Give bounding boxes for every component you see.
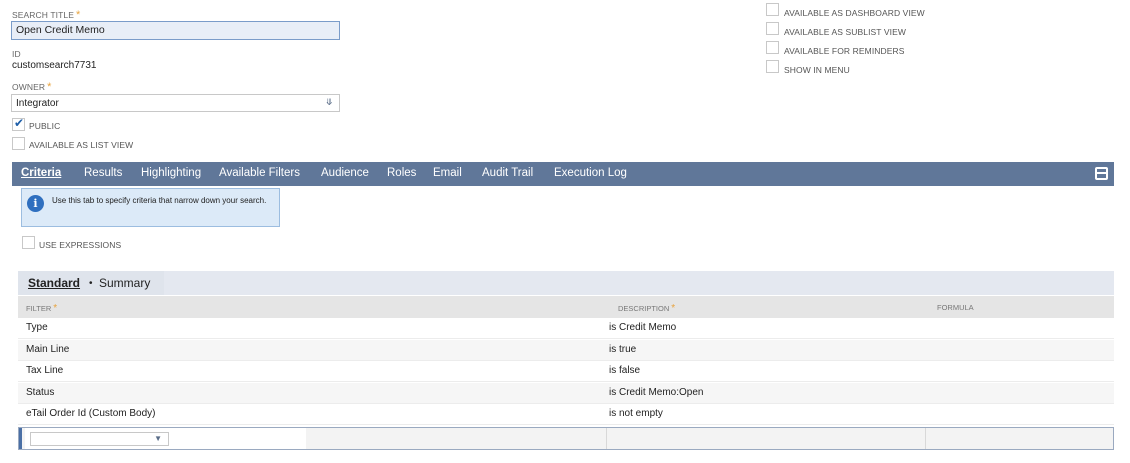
reminders-label: AVAILABLE FOR REMINDERS: [784, 46, 905, 56]
search-title-input[interactable]: Open Credit Memo: [11, 21, 340, 40]
sublist-view-label: AVAILABLE AS SUBLIST VIEW: [784, 27, 907, 37]
description-cell: is false: [609, 365, 641, 376]
criteria-subtabs: Standard • Summary: [18, 271, 1114, 295]
owner-select[interactable]: Integrator ⤋: [11, 94, 340, 112]
public-label: PUBLIC: [29, 121, 61, 131]
tab-criteria[interactable]: Criteria: [21, 167, 61, 179]
tab-roles[interactable]: Roles: [387, 167, 416, 179]
criteria-grid-header: FILTER * DESCRIPTION * FORMULA: [18, 296, 1114, 318]
show-in-menu-label: SHOW IN MENU: [784, 65, 850, 75]
filter-cell: Status: [26, 387, 55, 398]
tab-audience[interactable]: Audience: [321, 167, 369, 179]
column-divider: [925, 428, 926, 449]
owner-value: Integrator: [16, 98, 59, 109]
table-row[interactable]: eTail Order Id (Custom Body) is not empt…: [18, 404, 1114, 425]
required-mark: *: [47, 81, 52, 93]
description-cell: is Credit Memo:Open: [609, 387, 704, 398]
search-title-label: SEARCH TITLE *: [12, 9, 81, 21]
table-row[interactable]: Main Line is true: [18, 340, 1114, 361]
table-row[interactable]: Type is Credit Memo: [18, 318, 1114, 339]
sublist-view-checkbox[interactable]: [766, 22, 779, 35]
description-cell: is true: [609, 344, 637, 355]
tab-email[interactable]: Email: [433, 167, 462, 179]
filter-cell: Type: [26, 322, 48, 333]
column-divider: [606, 428, 607, 449]
new-criteria-row[interactable]: ▼: [18, 427, 1114, 450]
subtab-summary[interactable]: Summary: [99, 276, 150, 290]
tab-highlighting[interactable]: Highlighting: [141, 167, 201, 179]
table-row[interactable]: Status is Credit Memo:Open: [18, 383, 1114, 404]
table-row[interactable]: Tax Line is false: [18, 361, 1114, 382]
show-in-menu-checkbox[interactable]: [766, 60, 779, 73]
description-cell: is not empty: [609, 408, 663, 419]
use-expressions-checkbox[interactable]: [22, 236, 35, 249]
filter-select[interactable]: ▼: [30, 432, 169, 446]
required-mark: *: [75, 9, 81, 21]
description-column-header: DESCRIPTION *: [618, 303, 676, 314]
double-chevron-down-icon: ⤋: [325, 97, 333, 107]
dashboard-view-checkbox[interactable]: [766, 3, 779, 16]
filter-cell: eTail Order Id (Custom Body): [26, 408, 156, 419]
subtab-standard[interactable]: Standard: [28, 276, 80, 290]
help-info-box: i Use this tab to specify criteria that …: [21, 188, 280, 227]
menu-icon[interactable]: [1095, 167, 1108, 180]
dashboard-view-label: AVAILABLE AS DASHBOARD VIEW: [784, 8, 925, 18]
caret-down-icon: ▼: [154, 434, 162, 443]
list-view-checkbox[interactable]: [12, 137, 25, 150]
list-view-label: AVAILABLE AS LIST VIEW: [29, 140, 134, 150]
owner-label: OWNER *: [12, 81, 52, 93]
use-expressions-label: USE EXPRESSIONS: [39, 240, 122, 250]
tab-audit-trail[interactable]: Audit Trail: [482, 167, 533, 179]
id-label: ID: [12, 49, 21, 59]
info-icon: i: [27, 195, 44, 212]
id-value: customsearch7731: [12, 60, 97, 71]
filter-column-header: FILTER *: [26, 303, 58, 314]
subtab-bullet: •: [89, 278, 93, 289]
description-cell: is Credit Memo: [609, 322, 677, 333]
filter-cell: Tax Line: [26, 365, 64, 376]
help-text: Use this tab to specify criteria that na…: [52, 196, 267, 205]
public-checkbox[interactable]: [12, 116, 25, 131]
main-tab-bar: Criteria Results Highlighting Available …: [12, 162, 1114, 186]
formula-column-header: FORMULA: [937, 303, 974, 312]
tab-available-filters[interactable]: Available Filters: [219, 167, 300, 179]
edit-row-indicator: [19, 428, 22, 449]
reminders-checkbox[interactable]: [766, 41, 779, 54]
tab-execution-log[interactable]: Execution Log: [554, 167, 627, 179]
tab-results[interactable]: Results: [84, 167, 122, 179]
filter-cell: Main Line: [26, 344, 70, 355]
